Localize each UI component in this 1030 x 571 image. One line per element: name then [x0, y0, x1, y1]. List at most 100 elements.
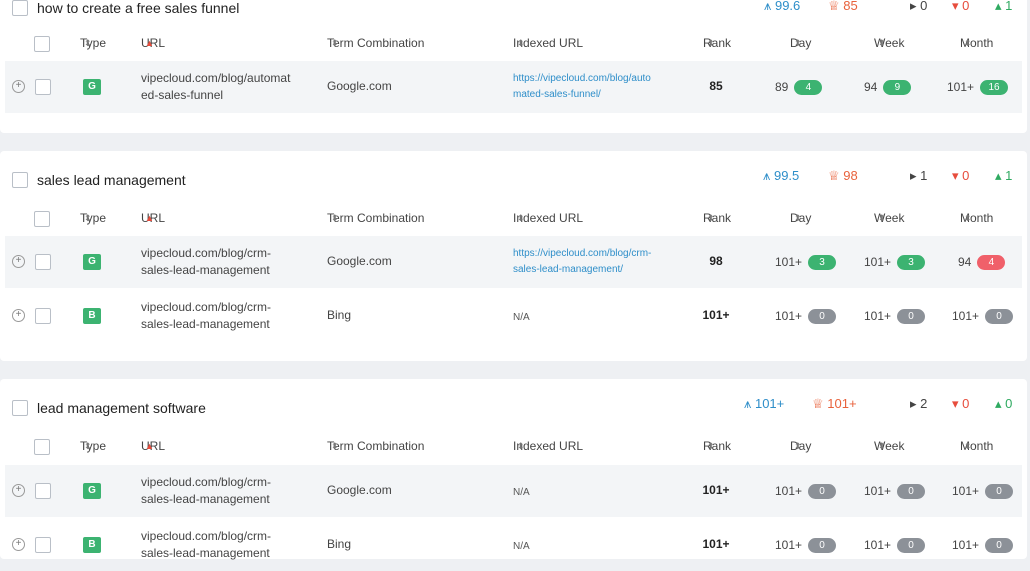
row-rank: 98 [709, 254, 723, 268]
unchanged-metric: ▸ 2 [910, 396, 928, 411]
week-cell: 101+ 3 [864, 253, 926, 271]
sort-asc-icon: ▲ [145, 441, 154, 451]
keyword-card-1: how to create a free sales funnel ⩚ 99.6… [0, 0, 1027, 133]
keyword-checkbox[interactable] [12, 172, 28, 188]
select-all-checkbox[interactable] [34, 439, 50, 455]
google-icon: G [83, 79, 101, 95]
flat-arrow-icon: ▸ [910, 396, 917, 411]
row-url: vipecloud.com/blog/automat ed-sales-funn… [141, 71, 291, 102]
month-cell: 101+ 16 [947, 78, 1009, 96]
table-row[interactable]: + G vipecloud.com/blog/crm-sales-lead-ma… [5, 465, 1022, 517]
keyword-checkbox[interactable] [12, 0, 28, 16]
month-cell: 94 4 [958, 253, 1006, 271]
expand-icon[interactable]: + [12, 80, 25, 93]
week-cell: 101+ 0 [864, 482, 926, 500]
up-arrow-icon: ▴ [995, 168, 1002, 183]
indexed-url: N/A [513, 487, 530, 498]
table-row[interactable]: + B vipecloud.com/blog/crm-sales-lead-ma… [5, 519, 1022, 571]
row-checkbox[interactable] [35, 308, 51, 324]
trophy-icon: ♕ [828, 0, 840, 13]
week-change-badge: 3 [897, 255, 926, 271]
up-arrow-icon: ▴ [995, 0, 1002, 13]
indexed-url: N/A [513, 312, 530, 323]
sort-icon: ⬍ [84, 213, 92, 223]
week-change-badge: 0 [897, 484, 926, 500]
down-arrow-icon: ▾ [952, 396, 959, 411]
keyword-header: lead management software ⩚ 101+ ♕ 101+ ▸… [0, 393, 1027, 423]
month-cell: 101+ 0 [952, 536, 1014, 554]
row-term: Google.com [327, 483, 392, 497]
down-metric: ▾ 0 [952, 168, 970, 183]
expand-icon[interactable]: + [12, 484, 25, 497]
sort-icon: ⬍ [964, 441, 972, 451]
select-all-checkbox[interactable] [34, 211, 50, 227]
sort-icon: ⬍ [517, 441, 525, 451]
expand-icon[interactable]: + [12, 255, 25, 268]
month-change-badge: 0 [985, 484, 1014, 500]
day-cell: 101+ 0 [775, 482, 837, 500]
week-change-badge: 9 [883, 80, 912, 96]
row-checkbox[interactable] [35, 483, 51, 499]
google-icon: G [83, 254, 101, 270]
expand-icon[interactable]: + [12, 538, 25, 551]
month-change-badge: 16 [980, 80, 1009, 96]
keyword-header: sales lead management ⩚ 99.5 ♕ 98 ▸ 1 ▾ … [0, 165, 1027, 195]
row-checkbox[interactable] [35, 254, 51, 270]
keyword-title: lead management software [37, 400, 206, 416]
day-change-badge: 4 [794, 80, 823, 96]
row-url: vipecloud.com/blog/crm-sales-lead-manage… [141, 475, 272, 506]
row-url: vipecloud.com/blog/crm-sales-lead-manage… [141, 300, 272, 331]
sort-icon: ⬍ [517, 38, 525, 48]
sort-icon: ⬍ [794, 441, 802, 451]
trophy-metric: ♕ 85 [828, 0, 858, 13]
visibility-icon: ⩚ [744, 396, 752, 411]
sort-icon: ⬍ [794, 213, 802, 223]
sort-icon: ⬍ [517, 213, 525, 223]
row-term: Bing [327, 308, 352, 322]
row-term: Google.com [327, 254, 392, 268]
flat-arrow-icon: ▸ [910, 0, 917, 13]
table-header: Type ⬍ URL ▲ Term Combination ⬍ Indexed URL… [0, 28, 1027, 58]
table-row[interactable]: + G vipecloud.com/blog/automat ed-sales-… [5, 61, 1022, 113]
day-change-badge: 0 [808, 484, 837, 500]
sort-icon: ⬍ [331, 213, 339, 223]
table-row[interactable]: + G vipecloud.com/blog/crm-sales-lead-ma… [5, 236, 1022, 288]
trophy-icon: ♕ [812, 396, 824, 411]
sort-icon: ⬍ [84, 38, 92, 48]
select-all-checkbox[interactable] [34, 36, 50, 52]
visibility-metric: ⩚ 99.6 [764, 0, 801, 13]
up-arrow-icon: ▴ [995, 396, 1002, 411]
day-cell: 101+ 3 [775, 253, 837, 271]
keyword-checkbox[interactable] [12, 400, 28, 416]
sort-icon: ⬍ [331, 38, 339, 48]
sort-icon: ⬍ [878, 213, 886, 223]
sort-icon: ⬍ [707, 213, 715, 223]
row-term: Google.com [327, 79, 392, 93]
day-cell: 101+ 0 [775, 307, 837, 325]
week-change-badge: 0 [897, 309, 926, 325]
visibility-icon: ⩚ [763, 168, 771, 183]
row-term: Bing [327, 537, 352, 551]
row-checkbox[interactable] [35, 537, 51, 553]
row-checkbox[interactable] [35, 79, 51, 95]
keyword-card-3: lead management software ⩚ 101+ ♕ 101+ ▸… [0, 379, 1027, 560]
expand-icon[interactable]: + [12, 309, 25, 322]
up-metric: ▴ 1 [995, 0, 1013, 13]
month-cell: 101+ 0 [952, 482, 1014, 500]
visibility-metric: ⩚ 101+ [744, 396, 785, 411]
sort-icon: ⬍ [84, 441, 92, 451]
row-rank: 85 [709, 79, 723, 93]
indexed-url-link[interactable]: https://vipecloud.com/blog/crm-sales-lea… [513, 246, 673, 278]
keyword-title: how to create a free sales funnel [37, 0, 240, 16]
row-rank: 101+ [702, 537, 730, 551]
month-cell: 101+ 0 [952, 307, 1014, 325]
table-row[interactable]: + B vipecloud.com/blog/crm-sales-lead-ma… [5, 290, 1022, 342]
keyword-header: how to create a free sales funnel ⩚ 99.6… [0, 0, 1027, 24]
sort-icon: ⬍ [794, 38, 802, 48]
keyword-title: sales lead management [37, 172, 186, 188]
bing-icon: B [83, 308, 101, 324]
visibility-metric: ⩚ 99.5 [763, 168, 800, 183]
up-metric: ▴ 0 [995, 396, 1013, 411]
week-cell: 94 9 [864, 78, 912, 96]
indexed-url-link[interactable]: https://vipecloud.com/blog/auto mated-sa… [513, 71, 673, 103]
